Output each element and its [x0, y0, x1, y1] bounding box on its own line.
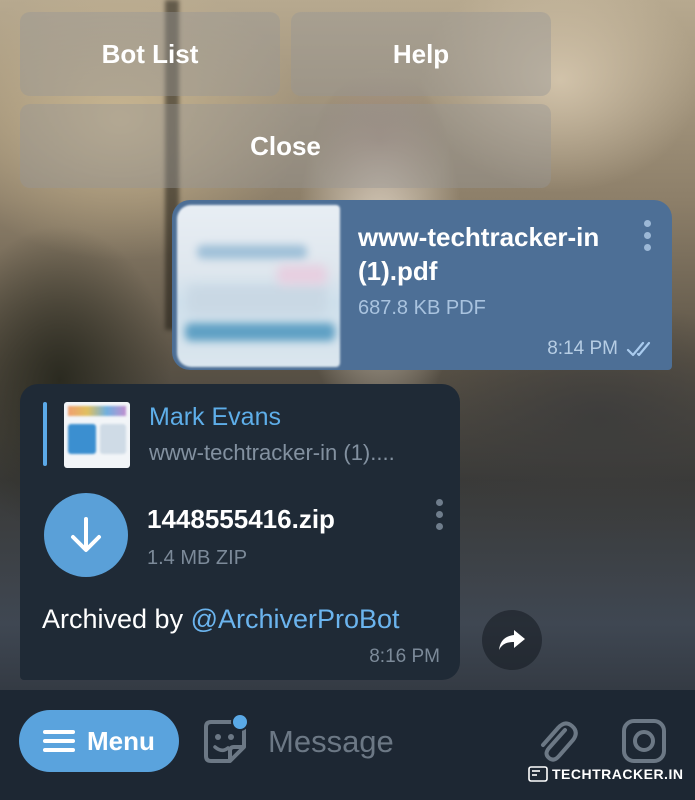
watermark-text: TECHTRACKER.IN — [552, 766, 684, 782]
download-arrow-icon — [71, 517, 101, 552]
reply-file-name: www-techtracker-in (1).... — [149, 440, 395, 465]
more-options-icon[interactable] — [436, 499, 444, 530]
hamburger-icon — [43, 730, 75, 752]
message-time: 8:14 PM — [547, 338, 618, 359]
share-button[interactable] — [482, 610, 542, 670]
reply-sender-name[interactable]: Mark Evans — [149, 403, 281, 432]
reply-thumbnail[interactable] — [64, 402, 130, 468]
download-button[interactable] — [44, 493, 128, 577]
help-button[interactable]: Help — [291, 12, 551, 96]
zip-file-name: 1448555416.zip — [147, 504, 335, 534]
pdf-file-name: www-techtracker-in (1).pdf — [358, 222, 600, 286]
bot-mention-link[interactable]: @ArchiverProBot — [191, 604, 400, 634]
zip-file-meta: 1.4 MB ZIP — [147, 547, 248, 569]
caption-text: Archived by — [42, 604, 191, 634]
double-check-icon — [626, 341, 651, 357]
outgoing-message-bubble[interactable]: www-techtracker-in (1).pdf 687.8 KB PDF … — [172, 200, 672, 370]
bot-list-button[interactable]: Bot List — [20, 12, 280, 96]
paperclip-icon[interactable] — [535, 716, 579, 764]
notification-dot — [231, 713, 249, 731]
watermark: TECHTRACKER.IN — [528, 766, 683, 782]
incoming-message-bubble[interactable]: Mark Evans www-techtracker-in (1).... 14… — [20, 384, 460, 680]
menu-button-label: Menu — [87, 725, 155, 756]
message-input[interactable] — [268, 720, 508, 764]
message-caption: Archived by @ArchiverProBot — [42, 604, 400, 635]
watermark-logo-icon — [528, 766, 548, 782]
pdf-file-meta: 687.8 KB PDF — [358, 297, 486, 319]
message-time: 8:16 PM — [369, 646, 440, 667]
pdf-thumbnail[interactable] — [177, 205, 340, 367]
menu-button[interactable]: Menu — [19, 710, 179, 772]
message-composer: Menu TECHTRACKER.IN — [0, 690, 695, 800]
more-options-icon[interactable] — [644, 220, 652, 251]
camera-icon[interactable] — [621, 718, 667, 764]
close-button[interactable]: Close — [20, 104, 551, 188]
share-arrow-icon — [499, 630, 525, 650]
reply-indicator — [43, 402, 47, 466]
